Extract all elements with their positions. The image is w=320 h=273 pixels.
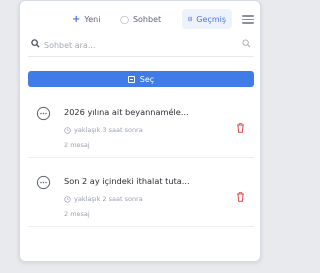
trash-icon[interactable]: [236, 192, 245, 202]
chat-history-panel: + Yeni ◯ Sohbet Geçmiş Sohbet ara... Seç…: [19, 0, 261, 262]
history-item-time-text: yaklaşık 3 saat sonra: [74, 126, 143, 134]
history-list: 2026 yılına ait beyannaméle... yaklaşık…: [28, 96, 254, 227]
history-item-title: Son 2 ay içindeki ithalat tuta...: [64, 176, 190, 186]
search-icon: [31, 39, 40, 48]
chat-label: Sohbet: [132, 14, 162, 24]
plus-icon: +: [72, 13, 81, 25]
chat-tab[interactable]: ◯ Sohbet: [120, 9, 161, 29]
checkbox-icon: [127, 75, 135, 83]
history-item-time: yaklaşık 2 saat sonra: [64, 195, 143, 203]
history-item-time: yaklaşık 3 saat sonra: [64, 126, 143, 134]
chat-icon: ◯: [120, 14, 129, 24]
search-input[interactable]: [44, 37, 224, 53]
menu-icon[interactable]: [242, 13, 254, 25]
history-item[interactable]: 2026 yılına ait beyannaméle... yaklaşık…: [28, 96, 254, 158]
search-submit-icon[interactable]: [242, 39, 251, 48]
search-bar: [28, 35, 254, 57]
new-chat-label: Yeni: [84, 14, 101, 24]
history-label: Geçmiş: [196, 14, 226, 24]
history-tab[interactable]: Geçmiş: [182, 9, 232, 29]
history-item-title: 2026 yılına ait beyannaméle...: [64, 107, 189, 117]
new-chat-tab[interactable]: + Yeni: [72, 9, 100, 29]
select-button-label: Seç: [139, 74, 155, 84]
clock-icon: [64, 195, 71, 203]
history-item-time-text: yaklaşık 2 saat sonra: [74, 195, 143, 203]
chat-bubble-icon: [36, 106, 51, 121]
clock-icon: [64, 126, 71, 134]
history-item[interactable]: Son 2 ay içindeki ithalat tuta... yaklaş…: [28, 165, 254, 227]
history-item-count: 2 mesaj: [64, 210, 90, 218]
history-item-count: 2 mesaj: [64, 141, 90, 149]
chat-bubble-icon: [36, 175, 51, 190]
trash-icon[interactable]: [236, 123, 245, 133]
select-button[interactable]: Seç: [28, 71, 254, 87]
history-icon: [188, 16, 193, 22]
top-tab-bar: + Yeni ◯ Sohbet Geçmiş: [20, 9, 260, 31]
